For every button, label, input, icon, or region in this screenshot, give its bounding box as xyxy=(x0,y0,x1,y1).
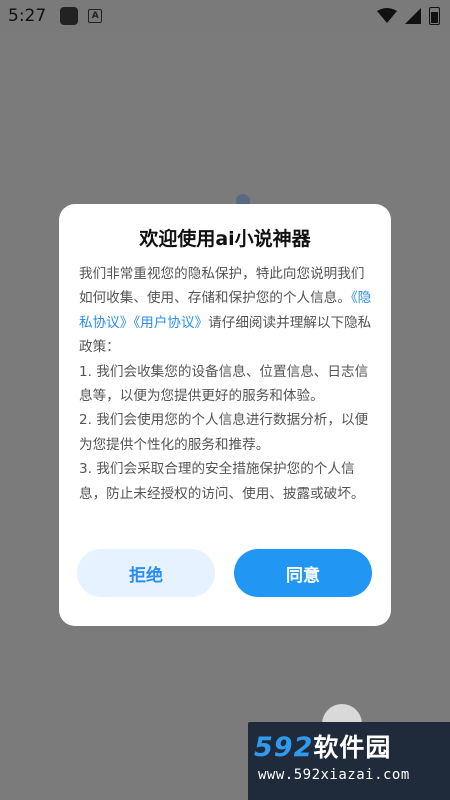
battery-icon xyxy=(429,7,440,25)
reject-button[interactable]: 拒绝 xyxy=(77,549,215,597)
user-agreement-link[interactable]: 《用户协议》 xyxy=(133,315,208,331)
policy-item: 3. 我们会采取合理的安全措施保护您的个人信息，防止未经授权的访问、使用、披露或… xyxy=(79,461,365,502)
dialog-title: 欢迎使用ai小说神器 xyxy=(139,228,311,250)
policy-item: 1. 我们会收集您的设备信息、位置信息、日志信息等，以便为您提供更好的服务和体验… xyxy=(79,363,369,405)
watermark-brand-text: 软件园 xyxy=(313,733,392,762)
watermark: 592软件园 www.592xiazai.com xyxy=(248,722,450,800)
notification-a-icon: A xyxy=(88,9,103,23)
watermark-url: www.592xiazai.com xyxy=(258,767,410,783)
policy-item: 2. 我们会使用您的个人信息进行数据分析，以便为您提供个性化的服务和推荐。 xyxy=(79,412,369,453)
intro-prefix: 我们非常重视您的隐私保护，特此向您说明我们如何收集、使用、存储和保护您的个人信息… xyxy=(79,266,365,307)
status-bar: 5:27 A xyxy=(0,0,450,32)
wifi-icon xyxy=(377,8,397,23)
agree-button[interactable]: 同意 xyxy=(234,549,372,597)
signal-icon xyxy=(405,8,421,24)
dialog-intro: 我们非常重视您的隐私保护，特此向您说明我们如何收集、使用、存储和保护您的个人信息… xyxy=(79,262,375,360)
notification-app-icon xyxy=(60,7,79,25)
watermark-number: 592 xyxy=(254,732,314,763)
watermark-brand: 592软件园 xyxy=(254,728,391,764)
privacy-dialog: 欢迎使用ai小说神器 我们非常重视您的隐私保护，特此向您说明我们如何收集、使用、… xyxy=(59,204,391,626)
status-time: 5:27 xyxy=(8,6,47,26)
dialog-body[interactable]: 我们非常重视您的隐私保护，特此向您说明我们如何收集、使用、存储和保护您的个人信息… xyxy=(79,262,375,544)
